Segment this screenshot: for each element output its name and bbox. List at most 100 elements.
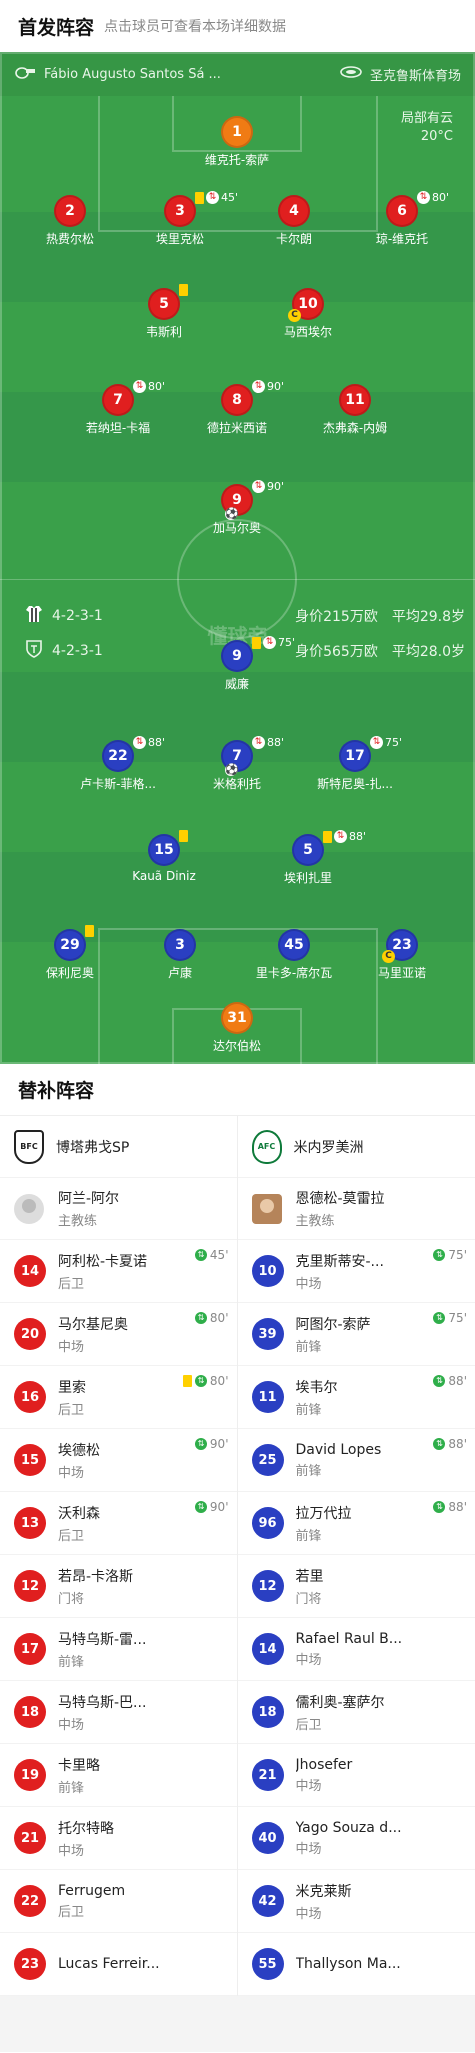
substitution-minute: 90' [267,480,285,493]
player-h10[interactable]: 10 C 马西埃尔 [248,288,368,340]
weather-info: 局部有云 20°C [401,110,453,146]
player-name: 卡尔朗 [275,232,312,246]
sub-in-marker: ⇅ 75' [433,1248,467,1262]
home-team-header[interactable]: BFC 博塔弗戈SP [0,1116,237,1178]
substitution-minute: 80' [432,191,450,204]
player-a17[interactable]: 17 ⇅ 75' 斯特尼奥-扎... [295,736,415,792]
sub-player-row[interactable]: 14 Rafael Raul B... 中场 [237,1618,475,1681]
sub-player-row[interactable]: 16 里索 后卫 ⇅ 80' [0,1366,237,1429]
sub-player-info: 米克莱斯 中场 [296,1881,468,1922]
sub-player-row[interactable]: 40 Yago Souza d... 中场 [237,1807,475,1870]
sub-player-row[interactable]: 21 Jhosefer 中场 [237,1744,475,1807]
referee-name: Fábio Augusto Santos Sá ... [44,66,221,82]
subs-section: BFC 博塔弗戈SP 阿兰-阿尔 主教练 14 阿利松-卡夏诺 后卫 ⇅ 45' 20 马尔… [0,1116,475,1996]
sub-player-number: 12 [14,1570,46,1602]
sub-player-row[interactable]: 21 托尔特略 中场 [0,1807,237,1870]
away-team-header[interactable]: AFC 米内罗美洲 [237,1116,475,1178]
sub-player-row[interactable]: 39 阿图尔-索萨 前锋 ⇅ 75' [237,1303,475,1366]
player-name: 德拉米西诺 [206,421,267,435]
sub-player-name: Thallyson Ma... [295,1956,401,1972]
substitution-in-icon: ⇅ [194,1249,207,1261]
sub-player-row[interactable]: 10 克里斯蒂安-... 中场 ⇅ 75' [237,1240,475,1303]
sub-in-marker: ⇅ 90' [194,1500,229,1514]
player-a7[interactable]: 7 ⚽ ⇅ 88' 米格利托 [177,736,297,792]
player-name: 马里亚诺 [377,966,426,980]
yellow-card-icon [195,191,204,204]
goal-ball-icon: ⚽ [225,763,239,776]
sub-player-row[interactable]: 12 若里 门将 [237,1555,475,1618]
sub-in-minute: 88' [448,1500,467,1514]
player-h4[interactable]: 4 卡尔朗 [234,195,354,247]
yellow-card-icon [179,284,188,296]
player-h1[interactable]: 1 维克托-索萨 [177,116,297,168]
sub-player-position: 前锋 [295,1528,322,1544]
home-coach-role: 主教练 [58,1214,98,1229]
yellow-card-icon [179,830,188,842]
sub-player-number: 15 [14,1444,46,1476]
sub-in-minute: 90' [209,1437,229,1451]
venue-name: 圣克鲁斯体育场 [369,68,461,84]
sub-player-number: 20 [14,1318,46,1350]
player-h9[interactable]: 9 ⚽ ⇅ 90' 加马尔奥 [177,480,297,536]
sub-in-marker: ⇅ 45' [194,1248,229,1262]
substitution-in-icon: ⇅ [433,1438,446,1450]
home-coach[interactable]: 阿兰-阿尔 主教练 [0,1178,237,1240]
player-h2[interactable]: 2 热费尔松 [10,195,130,247]
player-name: 达尔伯松 [212,1039,261,1053]
sub-player-row[interactable]: 19 卡里略 前锋 [0,1744,237,1807]
player-a15[interactable]: 15 Kauã Diniz [104,830,224,883]
player-h3[interactable]: 3 ⇅ 45' 埃里克松 [120,191,240,247]
substitution-out-icon: ⇅ [417,191,430,204]
player-number: 3 [164,929,196,961]
sub-player-position: 中场 [295,1276,322,1292]
player-h6[interactable]: 6 ⇅ 80' 琼-维克托 [342,191,462,247]
player-h5[interactable]: 5 韦斯利 [104,284,224,340]
player-name: 琼-维克托 [375,232,429,246]
player-h8[interactable]: 8 ⇅ 90' 德拉米西诺 [177,380,297,436]
weather-text: 局部有云 [400,111,453,126]
sub-player-info: Jhosefer 中场 [296,1757,468,1794]
sub-player-row[interactable]: 18 马特乌斯-巴... 中场 [0,1681,237,1744]
sub-player-name: 马特乌斯-巴... [58,1694,147,1711]
player-a3[interactable]: 3 卢康 [120,929,240,981]
sub-player-row[interactable]: 42 米克莱斯 中场 [237,1870,475,1933]
sub-player-row[interactable]: 11 埃韦尔 前锋 ⇅ 88' [237,1366,475,1429]
sub-player-row[interactable]: 13 沃利森 后卫 ⇅ 90' [0,1492,237,1555]
sub-player-number: 18 [251,1696,284,1728]
player-events: ⇅ 90' [252,380,284,393]
player-a23[interactable]: 23 C 马里亚诺 [342,929,462,981]
sub-player-row[interactable]: 20 马尔基尼奥 中场 ⇅ 80' [0,1303,237,1366]
sub-player-number: 16 [14,1381,46,1413]
sub-player-row[interactable]: 96 拉万代拉 前锋 ⇅ 88' [237,1492,475,1555]
substitution-out-icon: ⇅ [206,191,219,204]
player-a22[interactable]: 22 ⇅ 88' 卢卡斯-菲格... [58,736,178,792]
sub-in-minute: 88' [448,1437,467,1451]
player-a45[interactable]: 45 里卡多-席尔瓦 [234,929,354,981]
player-h7[interactable]: 7 ⇅ 80' 若纳坦-卡福 [58,380,178,436]
away-coach[interactable]: 恩德松-莫雷拉 主教练 [237,1178,475,1240]
sub-player-row[interactable]: 12 若昂-卡洛斯 门将 [0,1555,237,1618]
away-coach-name: 恩德松-莫雷拉 [295,1191,385,1207]
player-a9[interactable]: 9 ⇅ 75' 威廉 [177,636,297,692]
player-a29[interactable]: 29 保利尼奥 [10,925,130,981]
sub-player-row[interactable]: 15 埃德松 中场 ⇅ 90' [0,1429,237,1492]
sub-player-row[interactable]: 22 Ferrugem 后卫 [0,1870,237,1933]
sub-player-row[interactable]: 23 Lucas Ferreir... [0,1933,237,1996]
sub-player-name: Jhosefer [295,1756,353,1773]
sub-player-row[interactable]: 17 马特乌斯-雷... 前锋 [0,1618,237,1681]
player-number: 22 [102,740,134,772]
away-formation: 4-2-3-1 [52,643,103,659]
player-name: 热费尔松 [45,232,94,246]
sub-player-position: 前锋 [295,1339,322,1355]
player-a31[interactable]: 31 达尔伯松 [177,1002,297,1054]
sub-player-row[interactable]: 25 David Lopes 前锋 ⇅ 88' [237,1429,475,1492]
sub-player-row[interactable]: 55 Thallyson Ma... [237,1933,475,1996]
substitution-in-icon: ⇅ [194,1312,207,1324]
subs-title: 替补阵容 [0,1064,475,1116]
sub-player-row[interactable]: 14 阿利松-卡夏诺 后卫 ⇅ 45' [0,1240,237,1303]
player-name: 马西埃尔 [283,325,332,339]
player-name: 卢康 [167,966,192,980]
sub-player-row[interactable]: 18 儒利奥-塞萨尔 后卫 [237,1681,475,1744]
player-a5[interactable]: 5 ⇅ 88' 埃利扎里 [248,830,368,886]
player-h11[interactable]: 11 杰弗森-内姆 [295,384,415,436]
